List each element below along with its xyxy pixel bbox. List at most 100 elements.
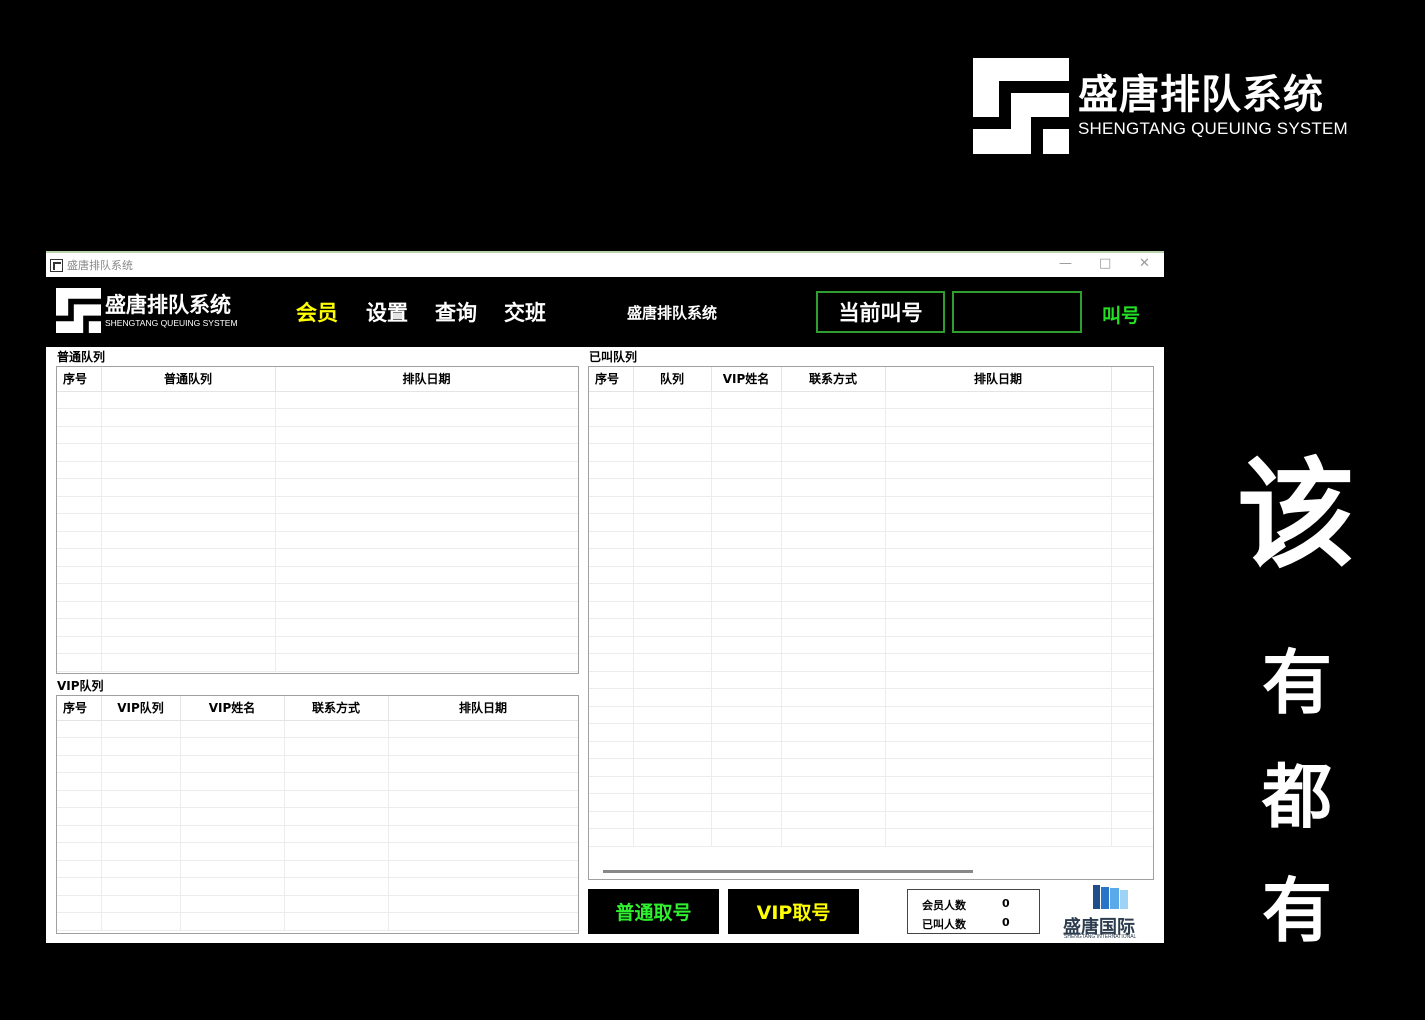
table-cell [57, 636, 102, 654]
table-row [589, 496, 1153, 514]
normal-ticket-button[interactable]: 普通取号 [588, 889, 719, 934]
international-logo-icon [1093, 885, 1128, 909]
table-cell [284, 860, 389, 878]
table-cell [885, 583, 1112, 602]
table-cell [711, 496, 782, 514]
table-cell [885, 758, 1112, 777]
table-cell [284, 842, 389, 861]
table-cell [1111, 391, 1153, 409]
table-row [589, 828, 1153, 847]
table-cell [1111, 636, 1153, 654]
normal-queue-grid[interactable]: 序号 普通队列 排队日期 [56, 366, 579, 674]
table-cell [885, 408, 1112, 427]
table-cell [711, 548, 782, 567]
table-cell [1111, 706, 1153, 724]
maximize-button[interactable]: □ [1099, 256, 1111, 271]
table-cell [633, 706, 712, 724]
table-cell [101, 478, 276, 497]
horizontal-scrollbar[interactable] [603, 870, 973, 873]
table-cell [180, 860, 285, 878]
table-cell [885, 706, 1112, 724]
table-cell [57, 807, 102, 826]
close-button[interactable]: ✕ [1139, 256, 1150, 271]
table-cell [885, 618, 1112, 637]
column-header[interactable]: 序号 [57, 367, 102, 392]
column-header[interactable]: 联系方式 [781, 367, 886, 392]
table-cell [388, 860, 578, 878]
column-header[interactable]: 序号 [57, 696, 102, 721]
table-row [57, 636, 578, 654]
vip-ticket-button[interactable]: VIP取号 [728, 889, 859, 934]
table-row [589, 531, 1153, 549]
called-queue-grid[interactable]: 序号 队列 VIP姓名 联系方式 排队日期 [588, 366, 1154, 880]
table-cell [711, 461, 782, 479]
table-cell [57, 496, 102, 514]
table-cell [589, 548, 634, 567]
column-header[interactable]: 排队日期 [388, 696, 578, 721]
table-cell [1111, 828, 1153, 847]
menu-settings[interactable]: 设置 [366, 297, 408, 327]
column-header[interactable]: 队列 [633, 367, 712, 392]
menu-shift-handover[interactable]: 交班 [504, 297, 546, 327]
table-cell [275, 461, 578, 479]
column-header[interactable]: 排队日期 [275, 367, 578, 392]
table-cell [781, 461, 886, 479]
table-cell [781, 478, 886, 497]
table-cell [275, 391, 578, 409]
table-cell [57, 478, 102, 497]
table-cell [101, 653, 276, 672]
header-logo: 盛唐排队系统 SHENGTANG QUEUING SYSTEM [56, 288, 238, 333]
table-cell [633, 828, 712, 847]
table-cell [57, 443, 102, 462]
table-cell [633, 723, 712, 742]
table-cell [57, 720, 102, 738]
table-cell [633, 618, 712, 637]
table-cell [180, 895, 285, 913]
table-cell [57, 755, 102, 773]
column-header[interactable]: 排队日期 [885, 367, 1112, 392]
column-header[interactable]: 序号 [589, 367, 634, 392]
header-logo-en: SHENGTANG QUEUING SYSTEM [105, 318, 238, 328]
table-row [57, 601, 578, 619]
column-header[interactable]: 联系方式 [284, 696, 389, 721]
table-cell [101, 548, 276, 567]
table-cell [275, 601, 578, 619]
table-cell [885, 461, 1112, 479]
table-cell [101, 912, 181, 931]
table-cell [633, 478, 712, 497]
table-cell [711, 566, 782, 584]
table-cell [781, 513, 886, 532]
table-cell [180, 755, 285, 773]
column-header[interactable]: 普通队列 [101, 367, 276, 392]
table-row [57, 408, 578, 427]
table-cell [1111, 776, 1153, 794]
table-cell [885, 391, 1112, 409]
stats-panel: 会员人数 0 已叫人数 0 [907, 889, 1040, 934]
table-cell [711, 776, 782, 794]
table-cell [275, 653, 578, 672]
menu-member[interactable]: 会员 [296, 297, 338, 327]
call-number-button[interactable]: 叫号 [1102, 301, 1140, 328]
table-cell [633, 408, 712, 427]
table-cell [711, 811, 782, 829]
table-cell [101, 583, 276, 602]
table-row [589, 723, 1153, 742]
table-cell [284, 825, 389, 843]
table-cell [633, 513, 712, 532]
table-cell [1111, 531, 1153, 549]
column-header[interactable]: VIP姓名 [711, 367, 782, 392]
table-cell [57, 860, 102, 878]
table-cell [589, 741, 634, 759]
table-cell [711, 443, 782, 462]
table-cell [711, 618, 782, 637]
table-cell [57, 601, 102, 619]
menu-query[interactable]: 查询 [435, 297, 477, 327]
table-cell [57, 408, 102, 427]
table-row [589, 636, 1153, 654]
minimize-button[interactable]: — [1059, 256, 1072, 271]
column-header[interactable]: VIP队列 [101, 696, 181, 721]
vip-queue-grid[interactable]: 序号 VIP队列 VIP姓名 联系方式 排队日期 [56, 695, 579, 934]
table-row [57, 478, 578, 497]
table-cell [284, 737, 389, 756]
column-header[interactable]: VIP姓名 [180, 696, 285, 721]
